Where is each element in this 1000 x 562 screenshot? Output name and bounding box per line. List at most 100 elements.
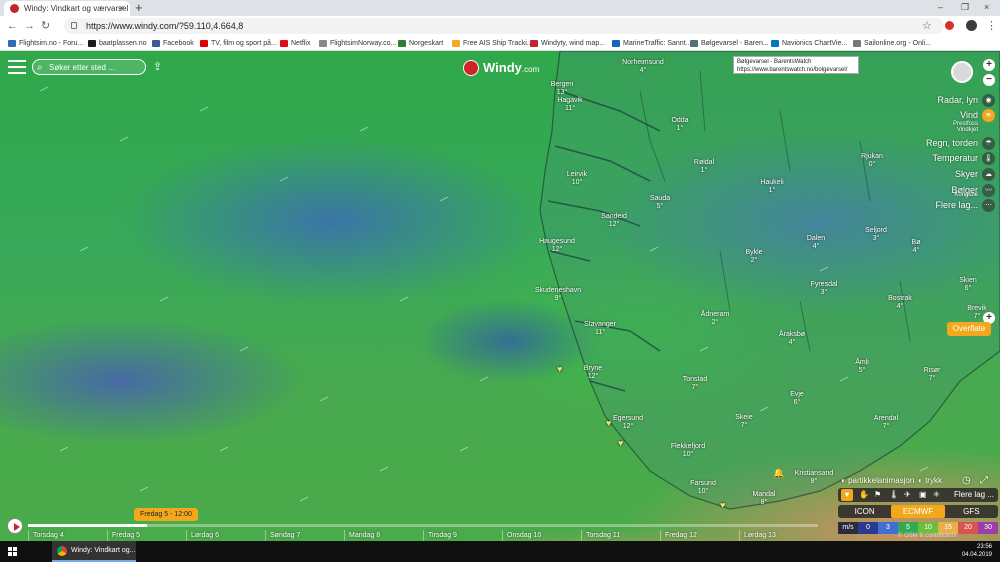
- bookmark-star-icon[interactable]: ☆: [922, 18, 932, 34]
- waves-icon[interactable]: 〰: [982, 184, 995, 197]
- place-search[interactable]: ⌕: [32, 59, 146, 75]
- city-label[interactable]: Risør 7°: [924, 367, 941, 383]
- timeline-day[interactable]: Mandag 8: [344, 530, 423, 541]
- city-label[interactable]: Stavanger 11°: [584, 321, 616, 337]
- city-label[interactable]: Seljord 3°: [865, 227, 887, 243]
- city-label[interactable]: Arendal 7°: [874, 415, 898, 431]
- city-label[interactable]: Skudeneshavn 9°: [535, 287, 581, 303]
- map-attribution[interactable]: © OSM & contributors: [898, 533, 956, 539]
- forward-arrow-icon[interactable]: →: [24, 18, 35, 34]
- city-label[interactable]: Evje 6°: [790, 391, 804, 407]
- bookmark-item[interactable]: Flightsim.no - Foru...: [8, 36, 83, 51]
- bookmark-item[interactable]: Facebook: [152, 36, 194, 51]
- layer-item-label[interactable]: Flere lag...: [935, 200, 978, 210]
- city-label[interactable]: Sandeid 12°: [601, 213, 627, 229]
- temperature-icon[interactable]: 🌡: [982, 152, 995, 165]
- bookmark-item[interactable]: Navionics ChartVie...: [771, 36, 847, 51]
- particle-animation-toggle[interactable]: ◐ partikkelanimasjon: [841, 476, 914, 485]
- city-label[interactable]: Leirvik 10°: [567, 171, 587, 187]
- close-window-button[interactable]: ×: [984, 0, 989, 15]
- timeline-day[interactable]: Lørdag 13: [739, 530, 818, 541]
- layer-item-label[interactable]: Radar, lyn: [937, 95, 978, 105]
- city-label[interactable]: Åmli 5°: [855, 359, 869, 375]
- camera-icon[interactable]: ▣: [919, 488, 927, 502]
- bookmark-item[interactable]: FlightsimNorway.co...: [319, 36, 396, 51]
- new-tab-button[interactable]: +: [135, 0, 143, 15]
- rain-icon[interactable]: ☂: [982, 137, 995, 150]
- city-label[interactable]: Tonstad 7°: [683, 376, 708, 392]
- bookmark-item[interactable]: Sailonline.org - Onli...: [853, 36, 931, 51]
- city-label[interactable]: Haukeli 1°: [760, 179, 783, 195]
- system-clock[interactable]: 23:56 04.04.2019: [962, 543, 992, 559]
- minimize-button[interactable]: –: [938, 0, 943, 15]
- bookmark-item[interactable]: Bølgevarsel - Baren...: [690, 36, 769, 51]
- model-option-icon[interactable]: ICON: [838, 505, 891, 518]
- layer-item-label[interactable]: Temperatur: [932, 153, 978, 163]
- city-label[interactable]: Bryne 12°: [584, 365, 602, 381]
- bookmark-item[interactable]: Free AIS Ship Tracki...: [452, 36, 533, 51]
- share-icon[interactable]: ⇪: [153, 60, 162, 73]
- favorite-heart-icon[interactable]: ♥: [557, 364, 562, 374]
- search-input[interactable]: [49, 60, 143, 74]
- city-label[interactable]: Åraksbø 4°: [779, 331, 805, 347]
- city-label[interactable]: Kristiansand 8°: [795, 470, 834, 486]
- city-label[interactable]: Røldal 1°: [694, 159, 714, 175]
- model-option-ecmwf[interactable]: ECMWF: [891, 505, 945, 518]
- clock-icon[interactable]: ◷: [962, 475, 971, 486]
- city-label[interactable]: Norheimsund 4°: [622, 59, 664, 75]
- city-label[interactable]: Haugesund 12°: [539, 238, 575, 254]
- browser-tab[interactable]: Windy: Vindkart og værvarsel ×: [4, 1, 130, 16]
- timeline-day[interactable]: Onsdag 10: [502, 530, 581, 541]
- legend-unit[interactable]: m/s: [838, 522, 858, 534]
- favorite-heart-icon[interactable]: ♥: [720, 500, 725, 510]
- city-label[interactable]: Rjukan 0°: [861, 153, 883, 169]
- favorite-heart-icon[interactable]: ♥: [618, 438, 623, 448]
- city-label[interactable]: Bykle 2°: [745, 249, 762, 265]
- city-label[interactable]: Fyresdal 3°: [811, 281, 838, 297]
- radar-icon[interactable]: ◉: [982, 94, 995, 107]
- city-label[interactable]: Bø 4°: [912, 239, 921, 255]
- city-label[interactable]: Farsund 10°: [690, 480, 716, 496]
- browser-menu-icon[interactable]: ⋮: [986, 18, 997, 34]
- zoom-in-button[interactable]: +: [983, 59, 995, 71]
- plane-icon[interactable]: ✈: [904, 488, 911, 502]
- cloud-icon[interactable]: ☁: [982, 168, 995, 181]
- wind-icon[interactable]: ≋: [982, 109, 995, 122]
- windows-start-icon[interactable]: [8, 547, 17, 556]
- bookmark-item[interactable]: Windyty, wind map...: [530, 36, 605, 51]
- altitude-surface-button[interactable]: Overflate: [947, 322, 991, 336]
- city-label[interactable]: Sauda 5°: [650, 195, 670, 211]
- layer-item-label[interactable]: Regn, torden: [926, 138, 978, 148]
- city-label[interactable]: Odda 1°: [671, 117, 688, 133]
- timeline-day[interactable]: Søndag 7: [265, 530, 344, 541]
- pressure-toggle[interactable]: ◐ trykk: [918, 476, 942, 485]
- address-bar[interactable]: https://www.windy.com/?59.110,4.664,8: [64, 18, 944, 34]
- windy-logo[interactable]: Windy.com: [463, 59, 539, 77]
- maximize-button[interactable]: ❐: [961, 0, 969, 15]
- zoom-out-button[interactable]: −: [983, 74, 995, 86]
- bookmark-item[interactable]: MarineTraffic: Sannt...: [612, 36, 691, 51]
- timeline-day[interactable]: Torsdag 11: [581, 530, 660, 541]
- alert-bell-icon[interactable]: 🔔: [773, 468, 784, 479]
- reload-icon[interactable]: ↻: [41, 18, 50, 34]
- city-label[interactable]: Bostrak 4°: [888, 295, 912, 311]
- taskbar-chrome-app[interactable]: Windy: Vindkart og...: [52, 541, 136, 562]
- city-label[interactable]: Bergen 13°: [551, 81, 574, 97]
- weather-map[interactable]: Bergen 13° Norheimsund 4° Hagavik 11° Odda 1° Rø…: [0, 51, 1000, 541]
- tab-close-icon[interactable]: ×: [119, 1, 124, 16]
- more-icon[interactable]: ⋯: [982, 199, 995, 212]
- bookmark-item[interactable]: Norgeskart: [398, 36, 443, 51]
- menu-hamburger-icon[interactable]: [8, 60, 26, 74]
- city-label[interactable]: Ådneram 2°: [701, 311, 729, 327]
- timeline-day[interactable]: Fredag 12: [660, 530, 739, 541]
- layer-item-label[interactable]: Vind: [960, 110, 978, 120]
- bookmark-item[interactable]: Netflix: [280, 36, 310, 51]
- fullscreen-icon[interactable]: ⤢: [980, 475, 988, 486]
- more-layers-link[interactable]: Flere lag ...: [954, 488, 994, 502]
- target-icon[interactable]: ✳: [933, 488, 940, 502]
- timeline-track[interactable]: [28, 524, 818, 527]
- profile-avatar-icon[interactable]: [966, 20, 977, 31]
- timeline-day[interactable]: Torsdag 4: [28, 530, 107, 541]
- timeline-day[interactable]: Fredag 5: [107, 530, 186, 541]
- bookmark-item[interactable]: baatplassen.no: [88, 36, 146, 51]
